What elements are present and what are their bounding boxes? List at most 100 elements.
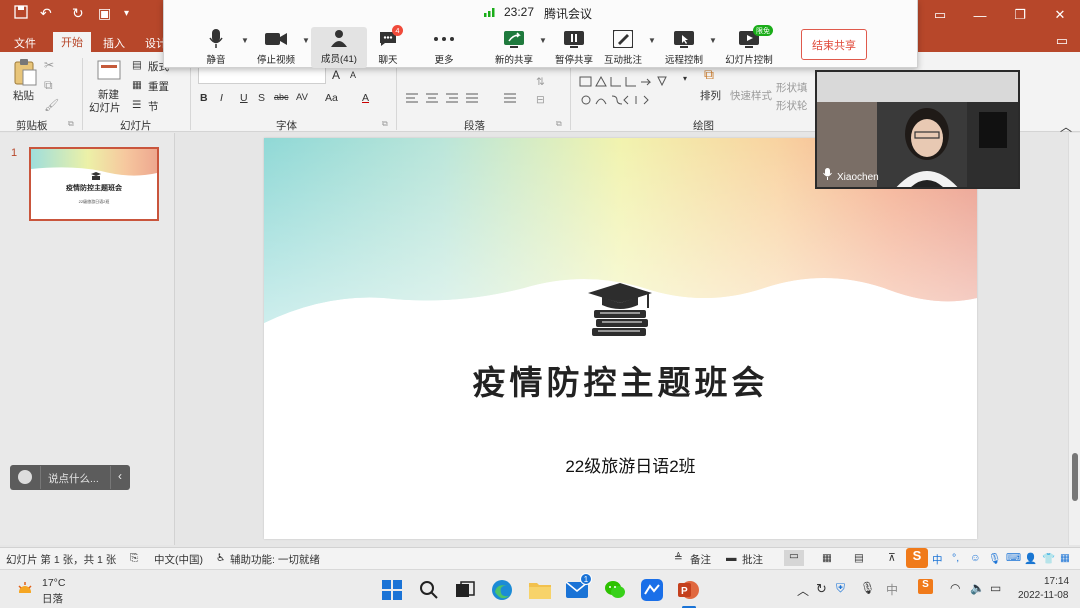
- sogou-ime-icon[interactable]: S: [906, 548, 928, 568]
- font-color-button[interactable]: A: [362, 92, 369, 104]
- microphone-tray-icon[interactable]: 🎙: [860, 581, 875, 595]
- slideshow-icon[interactable]: ⊼: [888, 552, 896, 564]
- section-icon[interactable]: ☰: [132, 99, 141, 111]
- chevron-down-icon[interactable]: ▼: [648, 36, 656, 45]
- punctuation-icon[interactable]: °,: [952, 552, 959, 564]
- customize-qa-icon[interactable]: ▾: [124, 8, 129, 19]
- ime-tray-icon[interactable]: 中: [886, 581, 898, 598]
- remote-control-button[interactable]: 远程控制: [656, 28, 712, 66]
- clock-date[interactable]: 2022-11-08: [1018, 590, 1068, 601]
- tencent-meeting-icon[interactable]: [639, 577, 665, 603]
- slide-control-button[interactable]: 限免 幻灯片控制: [720, 25, 778, 66]
- windows-start-icon[interactable]: [379, 577, 405, 603]
- slide-subtitle[interactable]: 22级旅游日语2班: [264, 452, 977, 477]
- comments-icon[interactable]: ▬: [726, 552, 737, 564]
- more-button[interactable]: 更多: [416, 28, 472, 66]
- stop-video-button[interactable]: 停止视频: [248, 28, 304, 66]
- change-case-button[interactable]: Aa: [325, 92, 338, 104]
- voice-icon[interactable]: 🎙: [988, 552, 1001, 565]
- save-icon[interactable]: [14, 5, 28, 22]
- file-explorer-icon[interactable]: [527, 577, 553, 603]
- slide-title[interactable]: 疫情防控主题班会: [264, 356, 977, 404]
- notes-button[interactable]: 备注: [690, 552, 711, 567]
- edge-browser-icon[interactable]: [489, 577, 515, 603]
- font-grow-button[interactable]: A: [332, 68, 340, 82]
- volume-icon[interactable]: 🔈: [970, 581, 985, 595]
- clipboard-launcher-icon[interactable]: ⧉: [68, 119, 74, 129]
- shadow-button[interactable]: S: [258, 92, 265, 104]
- reset-button[interactable]: 重置: [148, 79, 169, 94]
- shapes-more-icon[interactable]: ▾: [683, 74, 687, 83]
- paste-icon[interactable]: [12, 58, 38, 86]
- arrange-icon[interactable]: ⧉: [704, 66, 714, 83]
- pause-share-button[interactable]: 暂停共享: [546, 28, 602, 66]
- reset-icon[interactable]: ▦: [132, 79, 142, 91]
- tab-home[interactable]: 开始: [53, 32, 91, 52]
- slide[interactable]: 疫情防控主题班会 22级旅游日语2班: [264, 138, 977, 539]
- strikethrough-button[interactable]: abc: [274, 92, 289, 102]
- char-spacing-button[interactable]: AV: [296, 92, 308, 103]
- bold-button[interactable]: B: [200, 92, 208, 104]
- show-hidden-icons-icon[interactable]: ︿: [797, 582, 809, 599]
- meeting-chat-input[interactable]: 说点什么... ‹: [10, 465, 130, 490]
- arrange-button[interactable]: 排列: [700, 88, 721, 103]
- ribbon-display-icon[interactable]: ▭: [920, 0, 960, 30]
- cut-icon[interactable]: ✂: [44, 58, 54, 72]
- undo-icon[interactable]: ↶: [40, 5, 52, 22]
- accessibility-status[interactable]: 辅助功能: 一切就绪: [230, 552, 320, 567]
- minimize-icon[interactable]: —: [960, 0, 1000, 30]
- vertical-scrollbar[interactable]: [1068, 133, 1080, 545]
- tab-file[interactable]: 文件: [14, 33, 36, 53]
- italic-button[interactable]: I: [220, 92, 223, 104]
- comments-icon[interactable]: ▭: [1056, 33, 1068, 49]
- sync-icon[interactable]: ↻: [816, 581, 827, 597]
- shapes-gallery[interactable]: [578, 74, 690, 110]
- layout-icon[interactable]: ▤: [132, 59, 142, 71]
- members-button[interactable]: 成员(41): [311, 27, 367, 68]
- mute-button[interactable]: 静音: [188, 28, 244, 66]
- new-share-button[interactable]: 新的共享: [486, 28, 542, 66]
- mail-icon[interactable]: 1: [564, 573, 592, 603]
- font-launcher-icon[interactable]: ⧉: [382, 119, 388, 129]
- presenter-icon[interactable]: ▣: [98, 5, 111, 22]
- tab-insert[interactable]: 插入: [103, 33, 125, 53]
- battery-icon[interactable]: ▭: [990, 581, 1001, 595]
- powerpoint-icon[interactable]: P: [675, 577, 701, 603]
- chat-button[interactable]: 4 聊天: [360, 25, 416, 66]
- comments-button[interactable]: 批注: [742, 552, 763, 567]
- annotate-button[interactable]: 互动批注: [595, 28, 651, 66]
- shape-outline-button[interactable]: 形状轮: [776, 98, 808, 113]
- format-painter-icon[interactable]: 🖌: [44, 98, 59, 112]
- section-button[interactable]: 节: [148, 99, 159, 114]
- redo-icon[interactable]: ↻: [72, 5, 84, 22]
- wechat-icon[interactable]: [602, 577, 628, 603]
- emoji-smile-icon[interactable]: ☺: [970, 552, 981, 564]
- font-shrink-button[interactable]: A: [350, 70, 356, 80]
- shape-fill-button[interactable]: 形状填: [776, 80, 808, 95]
- slide-thumbnail[interactable]: 疫情防控主题班会 22级旅游日语2班: [29, 147, 159, 221]
- ime-mode[interactable]: 中: [932, 552, 943, 567]
- keyboard-icon[interactable]: ⌨: [1006, 552, 1021, 564]
- paragraph-launcher-icon[interactable]: ⧉: [556, 119, 562, 129]
- normal-view-icon[interactable]: ▭: [784, 550, 804, 566]
- quick-styles-button[interactable]: 快速样式: [730, 88, 772, 103]
- task-view-icon[interactable]: [452, 577, 478, 603]
- paragraph-align-buttons[interactable]: [404, 92, 524, 106]
- emoji-icon[interactable]: [18, 470, 32, 484]
- security-shield-icon[interactable]: ⛨: [836, 581, 845, 596]
- participant-video[interactable]: Xiaochen: [815, 70, 1020, 189]
- collapse-chevron-icon[interactable]: ‹: [118, 469, 122, 483]
- toolbox-icon[interactable]: ▦: [1060, 552, 1070, 564]
- restore-icon[interactable]: ❐: [1000, 0, 1040, 30]
- new-slide-label-2[interactable]: 幻灯片: [89, 100, 121, 115]
- chevron-down-icon[interactable]: ▼: [302, 36, 310, 45]
- notes-icon[interactable]: ≜: [674, 552, 683, 564]
- reading-view-icon[interactable]: ▤: [854, 552, 864, 564]
- search-icon[interactable]: [416, 577, 442, 603]
- skin-icon[interactable]: 👕: [1042, 552, 1055, 565]
- chevron-down-icon[interactable]: ▼: [709, 36, 717, 45]
- end-share-button[interactable]: 结束共享: [801, 29, 867, 60]
- font-name-box[interactable]: [198, 66, 326, 84]
- language-status[interactable]: 中文(中国): [154, 552, 203, 567]
- paste-button[interactable]: 粘贴: [13, 88, 34, 103]
